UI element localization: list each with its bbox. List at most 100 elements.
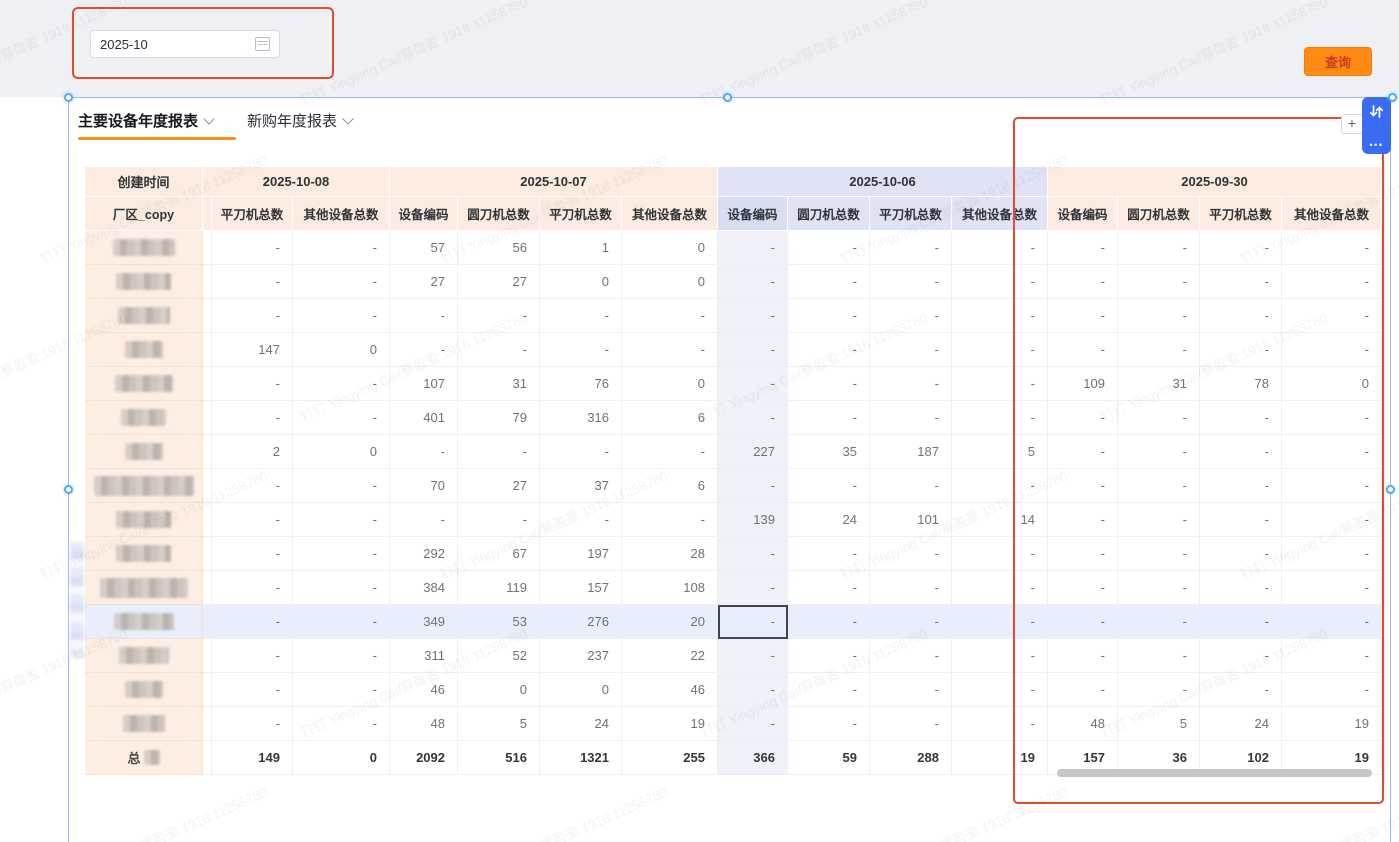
table-cell[interactable]: - bbox=[718, 571, 788, 605]
table-cell[interactable]: - bbox=[952, 333, 1048, 367]
table-cell[interactable]: - bbox=[1118, 333, 1200, 367]
table-cell[interactable]: - bbox=[540, 333, 622, 367]
table-cell[interactable]: 516 bbox=[458, 741, 540, 775]
table-cell[interactable]: - bbox=[1200, 639, 1282, 673]
table-cell[interactable] bbox=[203, 333, 212, 367]
table-cell[interactable]: 2 bbox=[212, 435, 293, 469]
row-name-redacted[interactable] bbox=[85, 265, 203, 299]
table-cell[interactable]: - bbox=[1200, 299, 1282, 333]
table-cell[interactable]: - bbox=[1200, 401, 1282, 435]
table-cell[interactable] bbox=[203, 299, 212, 333]
table-cell[interactable]: - bbox=[952, 367, 1048, 401]
table-cell[interactable]: 31 bbox=[1118, 367, 1200, 401]
table-cell[interactable]: - bbox=[718, 333, 788, 367]
table-cell[interactable]: 19 bbox=[622, 707, 718, 741]
table-cell[interactable]: - bbox=[952, 401, 1048, 435]
table-cell[interactable]: 20 bbox=[622, 605, 718, 639]
table-cell[interactable]: - bbox=[870, 333, 952, 367]
table-cell[interactable]: - bbox=[1118, 435, 1200, 469]
table-cell[interactable]: 0 bbox=[540, 673, 622, 707]
table-cell[interactable]: - bbox=[212, 673, 293, 707]
row-name-redacted[interactable] bbox=[85, 571, 203, 605]
table-cell[interactable]: 57 bbox=[390, 231, 458, 265]
table-cell[interactable]: 56 bbox=[458, 231, 540, 265]
table-cell[interactable]: - bbox=[622, 435, 718, 469]
table-cell[interactable]: 31 bbox=[458, 367, 540, 401]
table-cell[interactable]: - bbox=[718, 469, 788, 503]
table-cell[interactable]: - bbox=[458, 333, 540, 367]
row-name-redacted[interactable] bbox=[85, 707, 203, 741]
table-cell[interactable]: - bbox=[212, 367, 293, 401]
table-cell[interactable]: 24 bbox=[540, 707, 622, 741]
table-cell[interactable]: - bbox=[540, 435, 622, 469]
table-cell[interactable] bbox=[203, 673, 212, 707]
table-cell[interactable]: 276 bbox=[540, 605, 622, 639]
table-cell[interactable]: - bbox=[212, 707, 293, 741]
table-cell[interactable]: - bbox=[212, 503, 293, 537]
table-cell[interactable]: 0 bbox=[293, 741, 390, 775]
table-cell[interactable]: 316 bbox=[540, 401, 622, 435]
table-cell[interactable]: 35 bbox=[788, 435, 870, 469]
table-cell[interactable]: - bbox=[1048, 503, 1118, 537]
table-cell[interactable]: - bbox=[718, 673, 788, 707]
add-button[interactable]: + bbox=[1341, 114, 1363, 134]
query-button[interactable]: 查询 bbox=[1304, 47, 1372, 76]
table-cell[interactable] bbox=[203, 435, 212, 469]
table-cell[interactable]: - bbox=[293, 299, 390, 333]
table-cell[interactable] bbox=[203, 367, 212, 401]
row-name-redacted[interactable] bbox=[85, 299, 203, 333]
table-cell[interactable]: - bbox=[788, 639, 870, 673]
table-cell[interactable]: - bbox=[622, 299, 718, 333]
table-cell[interactable]: - bbox=[1048, 231, 1118, 265]
table-cell[interactable]: - bbox=[718, 537, 788, 571]
table-cell[interactable]: - bbox=[293, 571, 390, 605]
table-cell[interactable]: - bbox=[952, 673, 1048, 707]
table-cell[interactable] bbox=[203, 265, 212, 299]
table-cell[interactable]: 19 bbox=[1282, 707, 1382, 741]
table-cell[interactable]: 108 bbox=[622, 571, 718, 605]
table-cell[interactable]: - bbox=[293, 401, 390, 435]
table-cell[interactable]: 0 bbox=[622, 265, 718, 299]
table-cell[interactable]: - bbox=[870, 605, 952, 639]
table-cell[interactable]: - bbox=[788, 299, 870, 333]
table-cell[interactable]: 227 bbox=[718, 435, 788, 469]
table-cell[interactable]: - bbox=[788, 231, 870, 265]
table-cell[interactable]: 79 bbox=[458, 401, 540, 435]
table-cell[interactable]: - bbox=[1118, 605, 1200, 639]
table-cell[interactable]: 366 bbox=[718, 741, 788, 775]
table-cell[interactable] bbox=[203, 707, 212, 741]
table-cell[interactable]: - bbox=[1282, 333, 1382, 367]
table-cell[interactable]: - bbox=[870, 299, 952, 333]
table-cell[interactable]: - bbox=[870, 537, 952, 571]
sort-icon[interactable] bbox=[1368, 103, 1385, 120]
table-cell[interactable]: - bbox=[1282, 299, 1382, 333]
table-cell[interactable]: - bbox=[212, 401, 293, 435]
table-cell[interactable]: - bbox=[1200, 537, 1282, 571]
row-name-redacted[interactable] bbox=[85, 367, 203, 401]
table-cell[interactable]: - bbox=[788, 469, 870, 503]
table-cell[interactable]: - bbox=[718, 231, 788, 265]
table-cell[interactable]: 0 bbox=[622, 367, 718, 401]
table-cell[interactable]: - bbox=[952, 469, 1048, 503]
table-cell[interactable]: - bbox=[458, 435, 540, 469]
table-cell[interactable]: 101 bbox=[870, 503, 952, 537]
table-cell[interactable]: 27 bbox=[458, 265, 540, 299]
table-cell[interactable]: - bbox=[390, 299, 458, 333]
table-cell[interactable]: - bbox=[293, 605, 390, 639]
table-cell[interactable] bbox=[203, 605, 212, 639]
table-cell[interactable]: 0 bbox=[458, 673, 540, 707]
table-cell[interactable]: - bbox=[952, 299, 1048, 333]
row-name-redacted[interactable] bbox=[85, 333, 203, 367]
table-cell[interactable]: - bbox=[870, 639, 952, 673]
row-name-redacted[interactable] bbox=[85, 469, 203, 503]
table-cell[interactable]: - bbox=[1282, 537, 1382, 571]
table-cell[interactable]: - bbox=[870, 265, 952, 299]
table-cell[interactable]: 0 bbox=[293, 333, 390, 367]
table-cell[interactable]: 67 bbox=[458, 537, 540, 571]
table-cell[interactable]: 149 bbox=[212, 741, 293, 775]
table-cell[interactable]: - bbox=[293, 639, 390, 673]
table-cell[interactable]: - bbox=[952, 707, 1048, 741]
table-cell[interactable]: - bbox=[212, 265, 293, 299]
table-cell[interactable] bbox=[203, 503, 212, 537]
table-cell[interactable]: 311 bbox=[390, 639, 458, 673]
